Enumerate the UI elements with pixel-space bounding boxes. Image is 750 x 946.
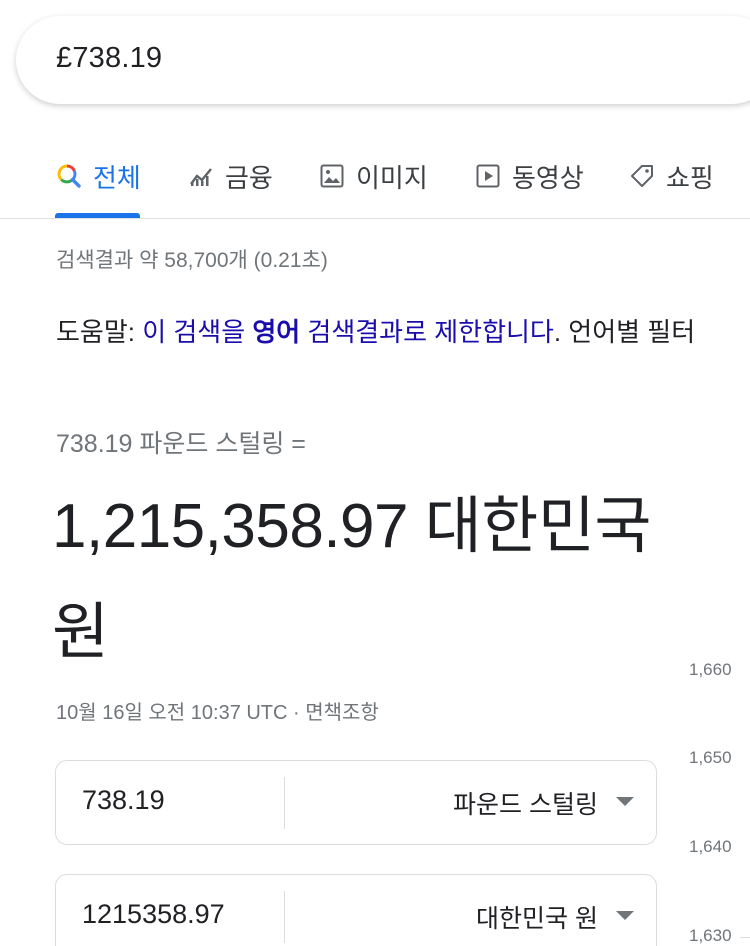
search-query-text[interactable]: £738.19 — [56, 42, 162, 75]
conversion-timestamp[interactable]: 10월 16일 오전 10:37 UTC · 면책조항 — [56, 696, 379, 725]
tab-label-all: 전체 — [93, 162, 141, 193]
search-results-page: £738.19 전체 금융 이미지 동영상 쇼핑 검색결과 약 58,700개 … — [0, 0, 750, 946]
conversion-result: 1,215,358.97 대한민국 원 — [52, 492, 651, 667]
help-link-part1: 이 검색을 — [142, 317, 253, 347]
to-amount-input[interactable] — [82, 899, 282, 930]
finance-chart-icon — [187, 162, 215, 190]
from-amount-input[interactable] — [82, 785, 282, 816]
from-currency-box: 파운드 스털링 — [55, 760, 657, 845]
tab-finance[interactable]: 금융 — [187, 156, 273, 196]
y-gridline — [740, 937, 750, 938]
tab-label-videos: 동영상 — [512, 162, 584, 193]
from-currency-separator — [284, 777, 285, 829]
google-search-icon — [55, 162, 83, 190]
help-link-part2: 검색결과로 제한합니다 — [300, 317, 554, 347]
tabs-divider — [0, 218, 750, 219]
y-tick-label: 1,660 — [689, 660, 732, 679]
tab-images[interactable]: 이미지 — [318, 156, 428, 196]
search-bar[interactable]: £738.19 — [16, 16, 750, 104]
tab-videos[interactable]: 동영상 — [474, 156, 584, 196]
tab-label-images: 이미지 — [356, 162, 428, 193]
chevron-down-icon[interactable] — [616, 797, 634, 806]
to-currency-separator — [284, 891, 285, 943]
help-link-bold: 영어 — [252, 317, 301, 347]
exchange-rate-chart-axis: 1,660 1,650 1,640 1,630 — [680, 640, 750, 946]
tab-shopping[interactable]: 쇼핑 — [628, 156, 714, 196]
search-tabs: 전체 금융 이미지 동영상 쇼핑 — [0, 140, 750, 218]
conversion-from-line: 738.19 파운드 스털링 = — [56, 430, 306, 458]
from-currency-select[interactable]: 파운드 스털링 — [453, 785, 598, 821]
chevron-down-icon[interactable] — [616, 911, 634, 920]
help-suffix: . 언어별 필터 — [553, 317, 696, 347]
y-tick-label: 1,630 — [689, 926, 732, 945]
language-help-line: 도움말: 이 검색을 영어 검색결과로 제한합니다. 언어별 필터 — [56, 312, 695, 349]
to-currency-box: 대한민국 원 — [55, 874, 657, 946]
tab-label-finance: 금융 — [225, 162, 273, 193]
video-play-icon — [474, 162, 502, 190]
tab-all[interactable]: 전체 — [55, 156, 141, 196]
tab-label-shopping: 쇼핑 — [666, 162, 714, 193]
to-currency-select[interactable]: 대한민국 원 — [476, 899, 598, 935]
help-prefix: 도움말: — [56, 317, 143, 347]
restrict-english-link[interactable]: 이 검색을 영어 검색결과로 제한합니다 — [142, 317, 554, 347]
shopping-tag-icon — [628, 162, 656, 190]
y-tick-label: 1,640 — [689, 837, 732, 856]
result-stats: 검색결과 약 58,700개 (0.21초) — [56, 249, 328, 272]
y-tick-label: 1,650 — [689, 748, 732, 767]
image-icon — [318, 162, 346, 190]
